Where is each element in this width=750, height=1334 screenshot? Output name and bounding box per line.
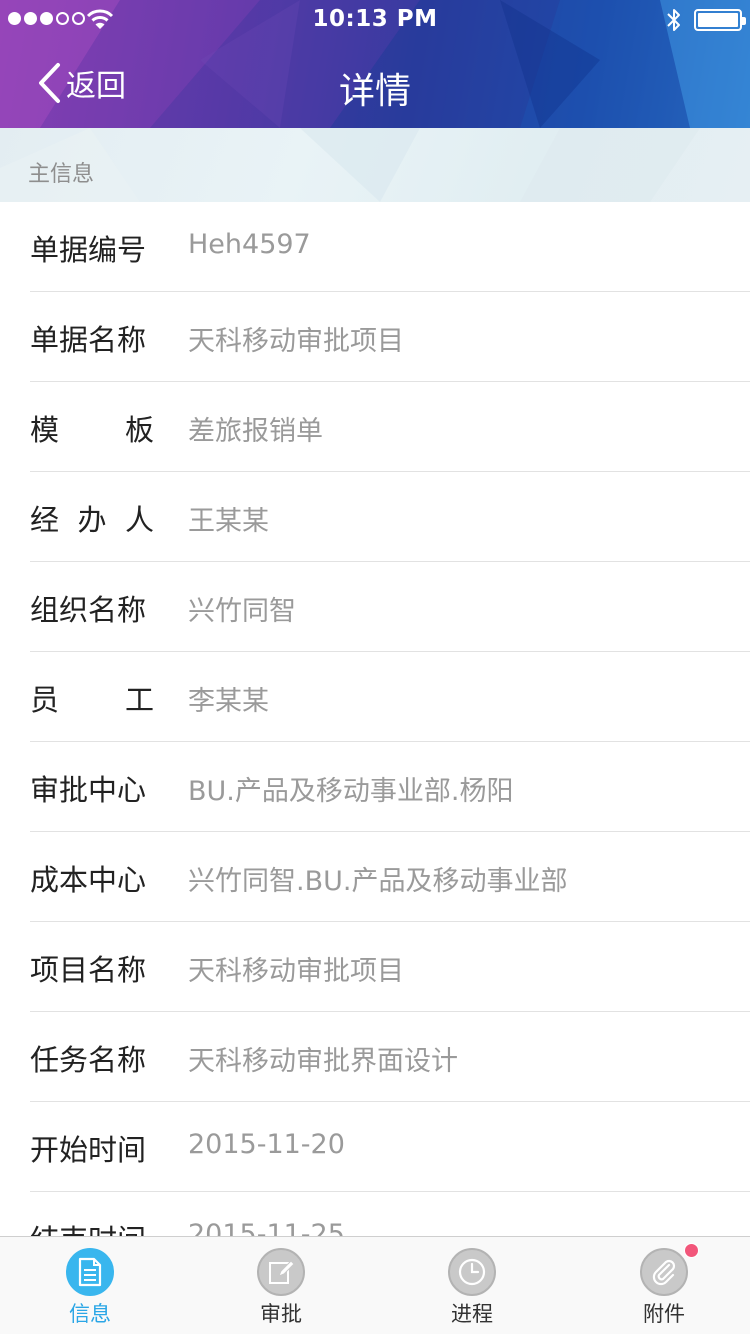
status-bar: 10:13 PM — [0, 0, 750, 40]
tab-attachments[interactable]: 附件 — [604, 1237, 724, 1334]
field-label: 任务名称 — [30, 1043, 147, 1077]
field-value: 天科移动审批项目 — [188, 956, 404, 987]
detail-row: 员工 李某某 — [0, 652, 750, 742]
field-value: 兴竹同智 — [188, 596, 296, 627]
field-label: 组织名称 — [30, 593, 147, 627]
detail-row: 开始时间 2015-11-20 — [0, 1102, 750, 1192]
edit-icon — [257, 1248, 305, 1296]
attachments-badge — [684, 1243, 699, 1258]
detail-row: 模板 差旅报销单 — [0, 382, 750, 472]
status-time: 10:13 PM — [312, 6, 438, 32]
detail-row: 项目名称 天科移动审批项目 — [0, 922, 750, 1012]
field-value: BU.产品及移动事业部.杨阳 — [188, 776, 514, 807]
field-label: 开始时间 — [30, 1133, 147, 1167]
field-value: 李某某 — [188, 686, 269, 717]
detail-row: 审批中心 BU.产品及移动事业部.杨阳 — [0, 742, 750, 832]
field-label: 单据名称 — [30, 323, 147, 357]
field-label: 结束时间 — [30, 1217, 154, 1236]
detail-row: 经办人 王某某 — [0, 472, 750, 562]
detail-list: 单据编号 Heh4597 单据名称 天科移动审批项目模板差旅报销单经办人王某某 组织名称… — [0, 202, 750, 1236]
bluetooth-icon — [667, 9, 680, 31]
detail-row: 任务名称 天科移动审批界面设计 — [0, 1012, 750, 1102]
tab-approve-label: 审批 — [260, 1302, 302, 1326]
tab-progress[interactable]: 进程 — [412, 1237, 532, 1334]
field-value: 2015-11-20 — [188, 1129, 345, 1160]
document-icon — [66, 1248, 114, 1296]
field-value: Heh4597 — [188, 229, 311, 260]
section-header: 主信息 — [0, 128, 750, 202]
header: 10:13 PM 返回 详情 — [0, 0, 750, 128]
battery-icon — [694, 9, 746, 31]
tab-info-label: 信息 — [69, 1302, 111, 1326]
field-value: 差旅报销单 — [188, 416, 323, 447]
tab-bar: 信息 审批 进程 附件 — [0, 1236, 750, 1334]
detail-row: 单据名称 天科移动审批项目 — [0, 292, 750, 382]
section-header-pattern — [0, 128, 700, 202]
tab-progress-label: 进程 — [451, 1302, 493, 1326]
section-label: 主信息 — [28, 162, 95, 187]
detail-row: 组织名称 兴竹同智 — [0, 562, 750, 652]
field-label: 项目名称 — [30, 953, 147, 987]
paperclip-icon — [640, 1248, 688, 1296]
clock-icon — [448, 1248, 496, 1296]
field-value: 天科移动审批项目 — [188, 326, 404, 357]
field-value: 2015-11-25 — [188, 1219, 345, 1236]
page-title: 详情 — [338, 71, 411, 112]
field-label: 审批中心 — [30, 773, 147, 807]
field-value: 王某某 — [188, 506, 269, 537]
tab-attachments-label: 附件 — [643, 1302, 685, 1326]
field-value: 兴竹同智.BU.产品及移动事业部 — [188, 866, 568, 897]
tab-info[interactable]: 信息 — [30, 1237, 150, 1334]
field-label: 模板 — [30, 413, 154, 447]
detail-row: 结束时间 2015-11-25 — [0, 1192, 750, 1236]
field-label: 成本中心 — [30, 863, 147, 897]
field-label: 员工 — [30, 683, 154, 717]
field-label: 单据编号 — [30, 233, 147, 267]
detail-row: 成本中心 兴竹同智.BU.产品及移动事业部 — [0, 832, 750, 922]
tab-approve[interactable]: 审批 — [221, 1237, 341, 1334]
field-label: 经办人 — [30, 503, 154, 537]
field-value: 天科移动审批界面设计 — [188, 1046, 458, 1077]
detail-row: 单据编号 Heh4597 — [0, 202, 750, 292]
